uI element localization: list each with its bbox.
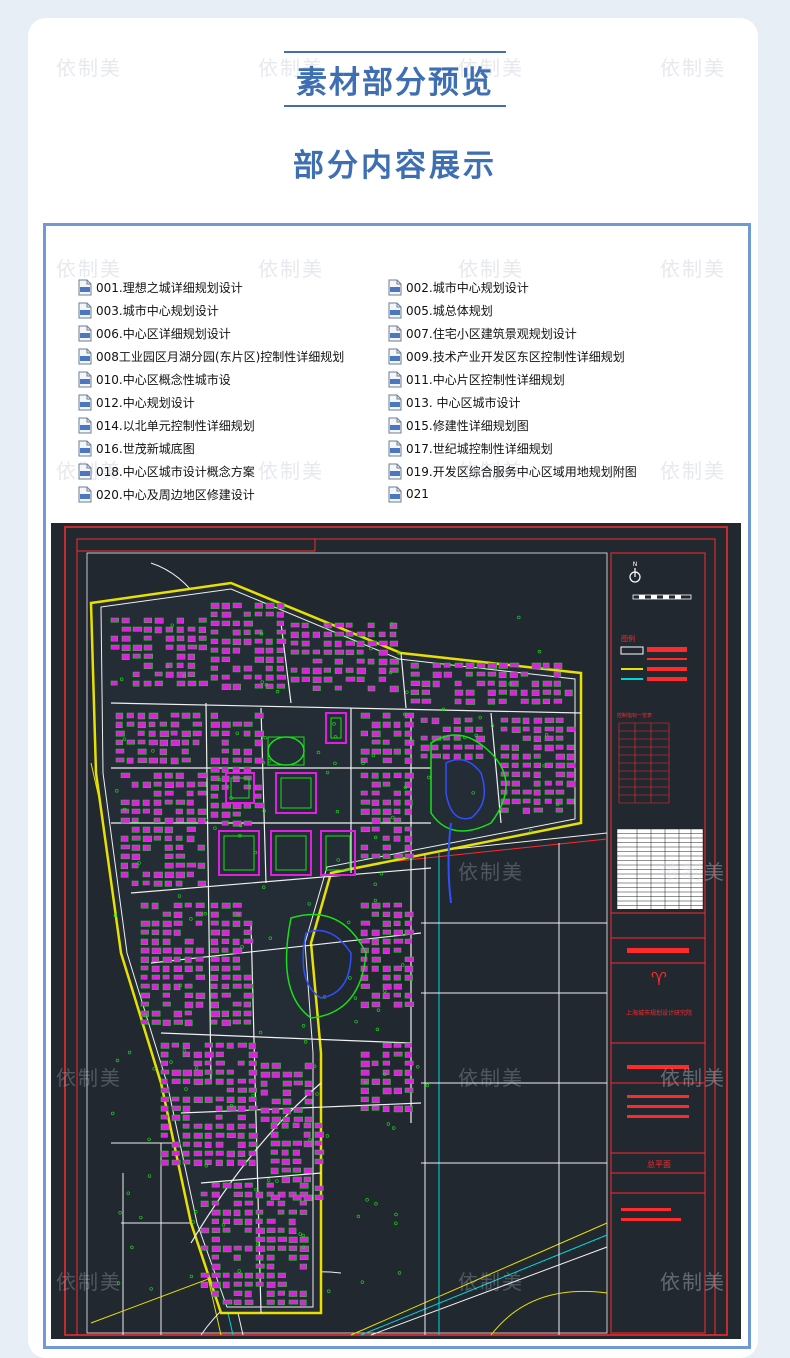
- watermark: 依制美: [458, 860, 524, 884]
- compass-label: N: [633, 561, 638, 568]
- dwg-file-icon: [388, 279, 402, 296]
- dwg-file-icon: [78, 279, 92, 296]
- file-list-item[interactable]: 002.城市中心规划设计: [388, 277, 529, 297]
- file-list-item[interactable]: 006.中心区详细规划设计: [78, 323, 231, 343]
- drawing-name: 总平面: [647, 1159, 671, 1169]
- section-subtitle: 部分内容展示: [293, 148, 497, 184]
- land-use-table: [618, 722, 670, 804]
- section-title-box: 素材部分预览: [284, 51, 506, 107]
- dwg-file-icon: [388, 394, 402, 411]
- file-list-item[interactable]: 013. 中心区城市设计: [388, 392, 521, 412]
- dwg-file-icon: [388, 440, 402, 457]
- watermark: 依制美: [660, 1066, 726, 1090]
- dwg-file-icon: [78, 440, 92, 457]
- file-name: 006.中心区详细规划设计: [96, 326, 231, 341]
- file-list-item[interactable]: 003.城市中心规划设计: [78, 300, 219, 320]
- dwg-file-icon: [388, 486, 402, 503]
- watermark: 依制美: [56, 56, 122, 80]
- file-list-item[interactable]: 005.城总体规划: [388, 300, 493, 320]
- file-name: 015.修建性详细规划图: [406, 418, 529, 433]
- file-name: 016.世茂新城底图: [96, 441, 195, 456]
- file-list-item[interactable]: 019.开发区综合服务中心区域用地规划附图: [388, 461, 637, 481]
- dwg-file-icon: [388, 302, 402, 319]
- cad-drawing-preview: N 图例 控制指标一览表 ♈ 上海城市规划设计研究院 总平面: [51, 523, 741, 1339]
- watermark: 依制美: [458, 1066, 524, 1090]
- file-list-item[interactable]: 008工业园区月湖分园(东片区)控制性详细规划: [78, 346, 344, 366]
- watermark: 依制美: [56, 1270, 122, 1294]
- file-name: 001.理想之城详细规划设计: [96, 280, 243, 295]
- file-list-item[interactable]: 009.技术产业开发区东区控制性详细规划: [388, 346, 625, 366]
- file-list-item[interactable]: 015.修建性详细规划图: [388, 415, 529, 435]
- watermark: 依制美: [56, 1066, 122, 1090]
- file-name: 021: [406, 487, 429, 501]
- table-title: 控制指标一览表: [617, 712, 652, 719]
- file-name: 008工业园区月湖分园(东片区)控制性详细规划: [96, 349, 345, 364]
- watermark: 依制美: [660, 257, 726, 281]
- file-list-item[interactable]: 007.住宅小区建筑景观规划设计: [388, 323, 577, 343]
- dwg-file-icon: [388, 463, 402, 480]
- dwg-file-icon: [78, 325, 92, 342]
- watermark: 依制美: [258, 257, 324, 281]
- dwg-file-icon: [388, 371, 402, 388]
- file-name: 018.中心区城市设计概念方案: [96, 464, 255, 479]
- file-list-item[interactable]: 001.理想之城详细规划设计: [78, 277, 243, 297]
- section-title: 素材部分预览: [296, 64, 494, 101]
- scale-bar: [632, 594, 692, 600]
- file-name: 011.中心片区控制性详细规划: [406, 372, 565, 387]
- file-name: 007.住宅小区建筑景观规划设计: [406, 326, 577, 341]
- file-name: 005.城总体规划: [406, 303, 493, 318]
- file-name: 010.中心区概念性城市设: [96, 372, 231, 387]
- dwg-file-icon: [78, 348, 92, 365]
- dwg-file-icon: [388, 417, 402, 434]
- watermark: 依制美: [660, 459, 726, 483]
- road-line: [490, 1290, 608, 1336]
- file-list-item[interactable]: 021: [388, 484, 429, 504]
- dwg-file-icon: [388, 348, 402, 365]
- dwg-file-icon: [78, 486, 92, 503]
- dwg-file-icon: [78, 394, 92, 411]
- file-name: 013. 中心区城市设计: [406, 395, 521, 410]
- file-list-item[interactable]: 010.中心区概念性城市设: [78, 369, 231, 389]
- file-list-item[interactable]: 020.中心及周边地区修建设计: [78, 484, 255, 504]
- dwg-file-icon: [78, 371, 92, 388]
- file-list-item[interactable]: 014.以北单元控制性详细规划: [78, 415, 255, 435]
- watermark: 依制美: [660, 860, 726, 884]
- file-list-item[interactable]: 017.世纪城控制性详细规划: [388, 438, 553, 458]
- watermark: 依制美: [660, 1270, 726, 1294]
- file-list-item[interactable]: 018.中心区城市设计概念方案: [78, 461, 255, 481]
- institute-logo: ♈: [651, 969, 667, 990]
- file-list-item[interactable]: 012.中心规划设计: [78, 392, 195, 412]
- watermark: 依制美: [258, 459, 324, 483]
- file-name: 012.中心规划设计: [96, 395, 195, 410]
- institute-name: 上海城市规划设计研究院: [626, 1009, 692, 1017]
- file-name: 002.城市中心规划设计: [406, 280, 529, 295]
- legend-title: 图例: [621, 634, 635, 643]
- north-arrow-icon: [629, 568, 641, 583]
- dwg-file-icon: [78, 417, 92, 434]
- dwg-file-icon: [78, 463, 92, 480]
- file-name: 009.技术产业开发区东区控制性详细规划: [406, 349, 625, 364]
- file-name: 014.以北单元控制性详细规划: [96, 418, 255, 433]
- file-list-item[interactable]: 016.世茂新城底图: [78, 438, 195, 458]
- file-name: 020.中心及周边地区修建设计: [96, 487, 255, 502]
- file-list-item[interactable]: 011.中心片区控制性详细规划: [388, 369, 565, 389]
- watermark: 依制美: [660, 56, 726, 80]
- file-name: 019.开发区综合服务中心区域用地规划附图: [406, 464, 637, 479]
- dwg-file-icon: [388, 325, 402, 342]
- file-name: 003.城市中心规划设计: [96, 303, 219, 318]
- master-plan-drawing: N 图例 控制指标一览表 ♈ 上海城市规划设计研究院 总平面: [64, 526, 728, 1336]
- watermark: 依制美: [458, 1270, 524, 1294]
- dwg-file-icon: [78, 302, 92, 319]
- file-name: 017.世纪城控制性详细规划: [406, 441, 553, 456]
- river: [447, 822, 452, 904]
